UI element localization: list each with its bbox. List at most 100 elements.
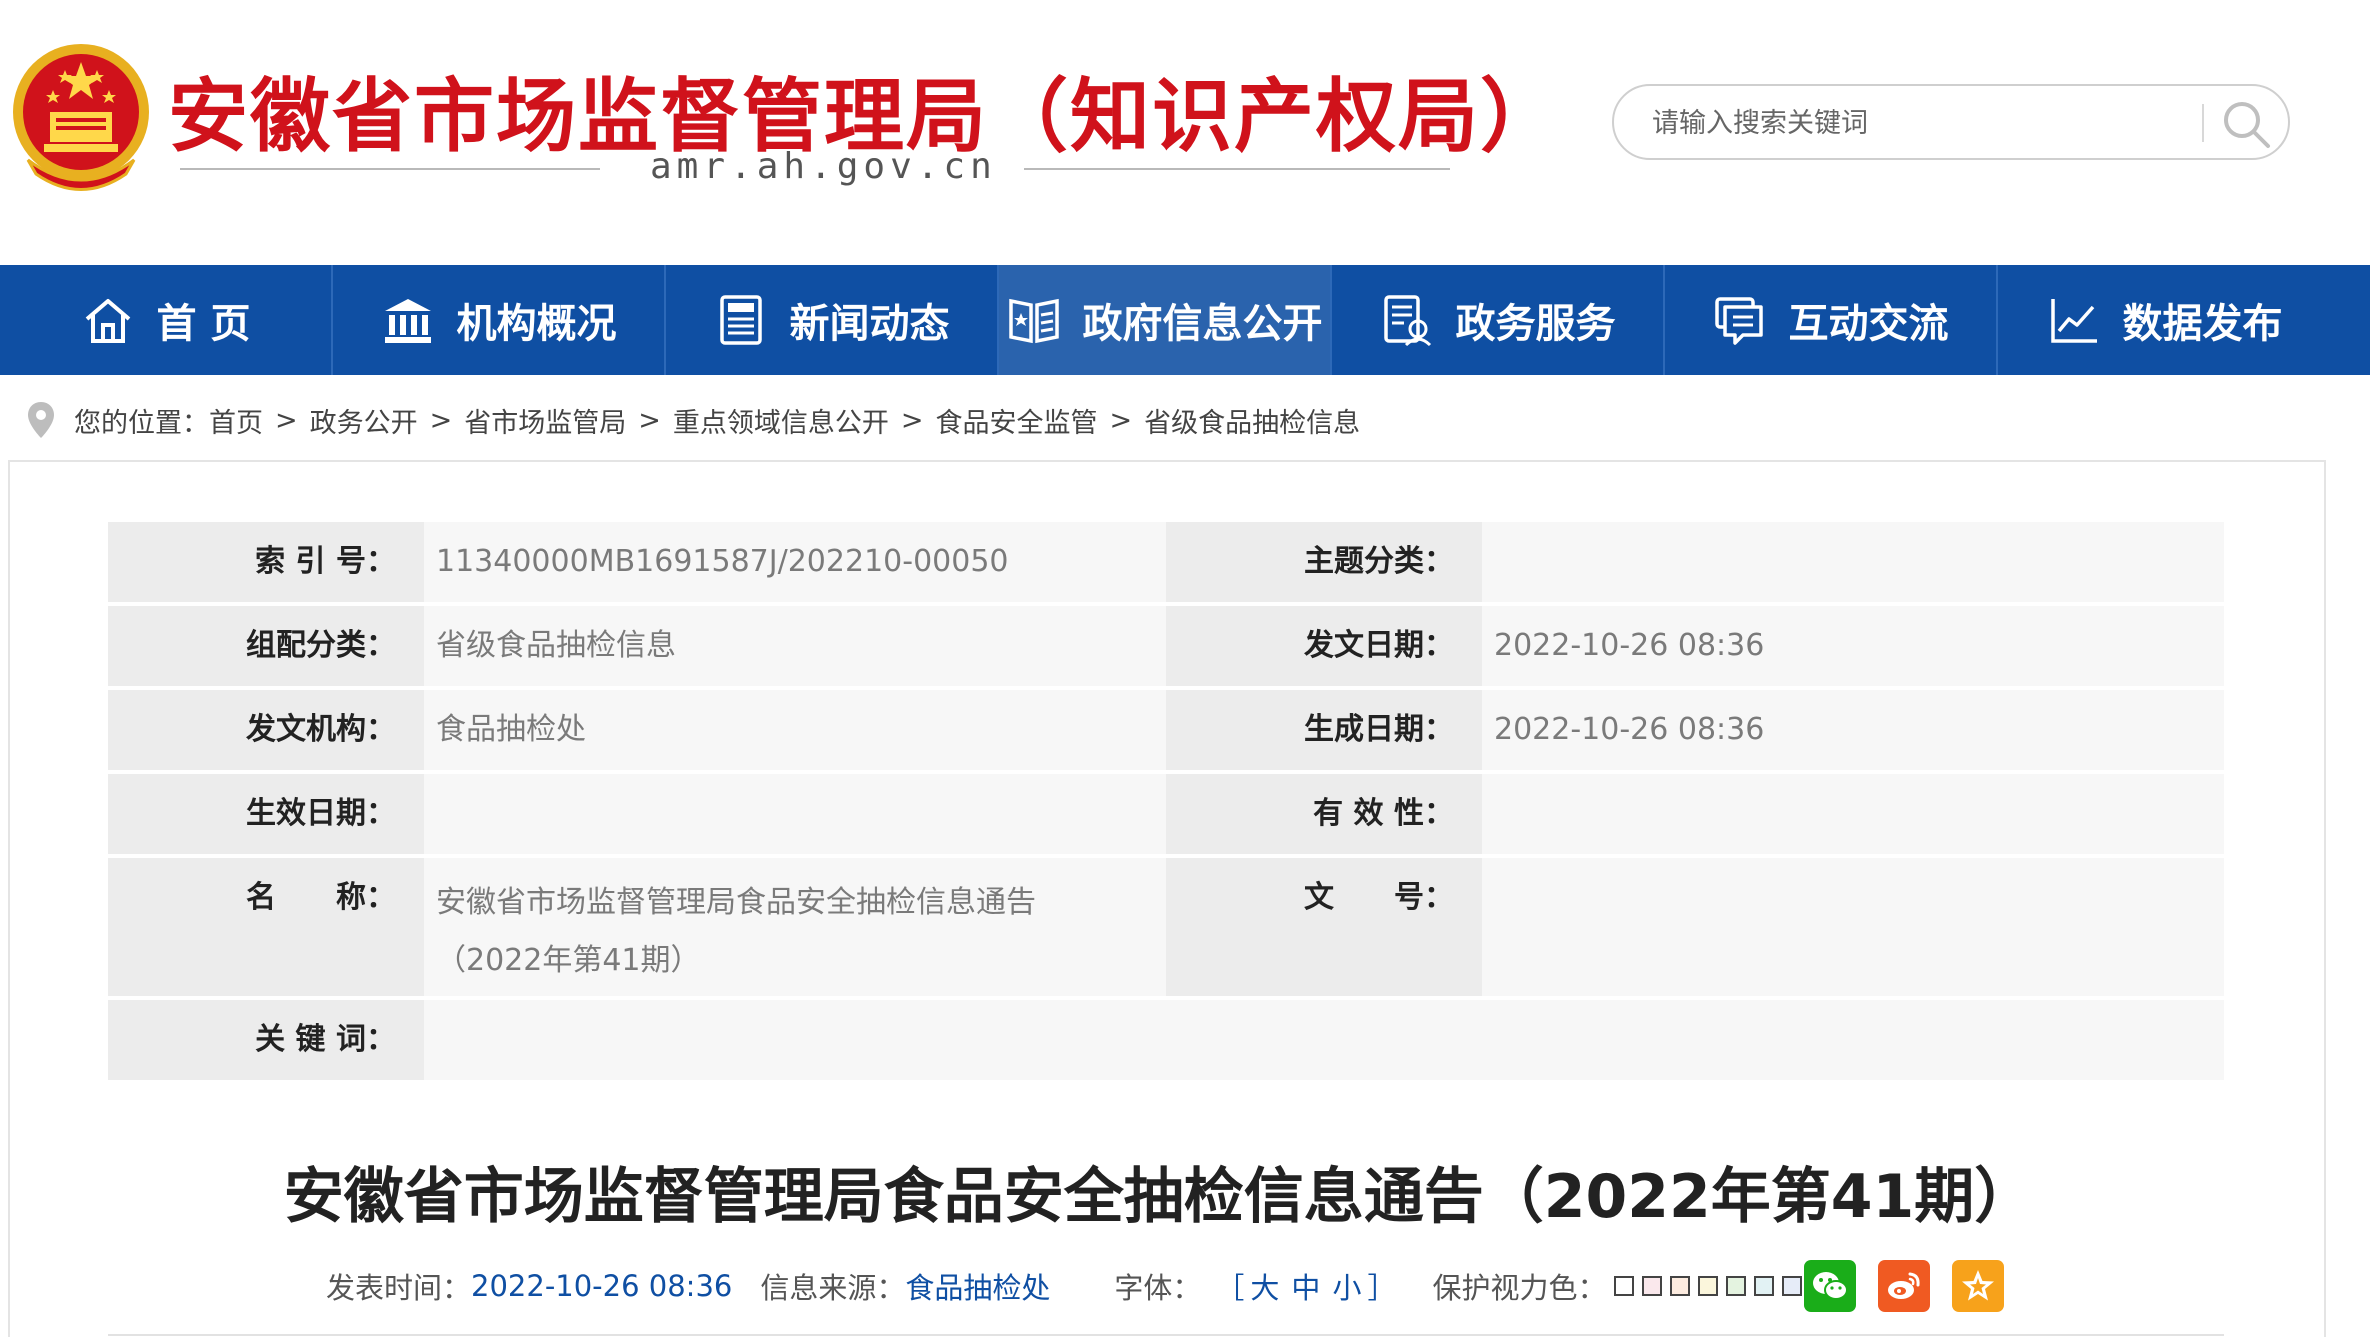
meta-value-issuer: 食品抽检处 [424,690,1166,770]
nav-item-gov-info[interactable]: 政府信息公开 [999,265,1332,375]
meta-label-validity: 有 效 性： [1166,774,1482,854]
nav-item-home[interactable]: 首 页 [0,265,333,375]
meta-value-issue-date: 2022-10-26 08:36 [1482,606,2224,686]
meta-row: 名 称： 安徽省市场监督管理局食品安全抽检信息通告（2022年第41期） 文 号… [108,858,2224,996]
meta-label-keywords: 关 键 词： [108,1000,424,1080]
nav-item-about[interactable]: 机构概况 [333,265,666,375]
meta-label-category: 组配分类： [108,606,424,686]
font-bracket-open: ［ [1215,1271,1245,1305]
font-size-medium-button[interactable]: 中 [1291,1265,1320,1307]
search-divider [2202,104,2204,142]
nav-item-news[interactable]: 新闻动态 [666,265,999,375]
site-domain: amr.ah.gov.cn [650,146,997,187]
meta-label-created: 生成日期： [1166,690,1482,770]
meta-value-validity [1482,774,2224,854]
meta-row: 生效日期： 有 效 性： [108,774,2224,854]
domain-divider-right [1024,168,1450,170]
meta-value-created: 2022-10-26 08:36 [1482,690,2224,770]
eye-swatch-white[interactable] [1614,1276,1635,1296]
breadcrumb-key-areas[interactable]: 重点领域信息公开 [673,401,889,440]
font-bracket-close: ］ [1367,1271,1397,1305]
meta-value-topic [1482,522,2224,602]
national-emblem-icon [13,44,149,191]
eye-swatch-blue[interactable] [1782,1276,1803,1296]
building-icon [384,299,431,343]
location-pin-icon [28,402,54,438]
article-title: 安徽省市场监督管理局食品安全抽检信息通告（2022年第41期） [283,1162,2035,1232]
chart-icon [2050,299,2097,343]
publish-time-label: 发表时间： [326,1271,472,1305]
breadcrumb-prefix: 您的位置： [74,407,209,439]
info-open-icon [1008,298,1059,344]
meta-label-issue-date: 发文日期： [1166,606,1482,686]
meta-value-keywords [424,1000,2224,1080]
breadcrumb-separator: > [900,404,924,436]
article-divider [108,1334,2224,1336]
wechat-share-button[interactable] [1804,1260,1856,1312]
nav-label: 互动交流 [1788,301,1949,347]
meta-label-index: 索 引 号： [108,522,424,602]
nav-label: 数据发布 [2122,301,2283,347]
meta-row: 索 引 号： 11340000MB1691587J/202210-00050 主… [108,522,2224,602]
breadcrumb-provincial-bureau[interactable]: 省市场监管局 [464,401,626,440]
main-nav: 首 页 机构概况 新闻动态 政府信息公开 政务服务 互动交流 数据发布 [0,265,2370,375]
favorite-button[interactable] [1952,1260,2004,1312]
search-input[interactable] [1652,100,2192,146]
article-meta-bar: 发表时间： 2022-10-26 08:36 信息来源： 食品抽检处 字体： ［… [326,1262,1838,1310]
meta-label-docnum: 文 号： [1166,858,1482,996]
breadcrumb-separator: > [1109,404,1133,436]
meta-label-topic: 主题分类： [1166,522,1482,602]
eye-swatch-pink[interactable] [1642,1276,1663,1296]
domain-divider-left [180,168,600,170]
eye-protection-label: 保护视力色： [1432,1271,1607,1305]
home-icon [85,299,130,343]
font-size-large-button[interactable]: 大 [1250,1265,1279,1307]
star-icon [1962,1270,1994,1301]
nav-label: 政府信息公开 [1082,301,1323,347]
meta-value-docnum [1482,858,2224,996]
eye-swatch-cyan[interactable] [1754,1276,1775,1296]
search-icon[interactable] [2218,96,2274,152]
meta-label-name: 名 称： [108,858,424,996]
breadcrumb-separator: > [429,404,453,436]
meta-value-effective [424,774,1166,854]
publish-time-value: 2022-10-26 08:36 [471,1269,733,1303]
meta-label-effective: 生效日期： [108,774,424,854]
source-value: 食品抽检处 [905,1271,1051,1305]
meta-label-issuer: 发文机构： [108,690,424,770]
breadcrumb-home[interactable]: 首页 [209,401,263,440]
service-icon [1383,295,1431,347]
meta-value-index: 11340000MB1691587J/202210-00050 [424,522,1166,602]
breadcrumb-separator: > [638,404,661,436]
news-icon [719,295,762,345]
breadcrumb-food-safety[interactable]: 食品安全监管 [936,401,1098,440]
search-box [1612,84,2290,160]
breadcrumb-gov-affairs[interactable]: 政务公开 [310,401,418,440]
nav-item-data[interactable]: 数据发布 [1998,265,2331,375]
wechat-icon [1813,1272,1848,1300]
meta-row: 关 键 词： [108,1000,2224,1080]
nav-label: 机构概况 [456,301,617,347]
weibo-share-button[interactable] [1878,1260,1930,1312]
nav-item-interaction[interactable]: 互动交流 [1665,265,1998,375]
source-label: 信息来源： [760,1271,906,1305]
meta-row: 发文机构： 食品抽检处 生成日期： 2022-10-26 08:36 [108,690,2224,770]
meta-row: 组配分类： 省级食品抽检信息 发文日期： 2022-10-26 08:36 [108,606,2224,686]
meta-value-category: 省级食品抽检信息 [424,606,1166,686]
breadcrumb: 您的位置： 首页 > 政务公开 > 省市场监管局 > 重点领域信息公开 > 食品… [26,396,1360,444]
breadcrumb-separator: > [275,404,298,436]
font-size-small-button[interactable]: 小 [1332,1265,1361,1307]
chat-icon [1714,297,1763,345]
eye-swatch-yellow[interactable] [1698,1276,1719,1296]
breadcrumb-provincial-inspection[interactable]: 省级食品抽检信息 [1144,401,1360,440]
meta-table: 索 引 号： 11340000MB1691587J/202210-00050 主… [108,522,2224,1080]
nav-item-services[interactable]: 政务服务 [1332,265,1665,375]
eye-swatch-green[interactable] [1726,1276,1747,1296]
nav-label: 首 页 [156,301,251,347]
eye-swatch-peach[interactable] [1670,1276,1691,1296]
font-size-label: 字体： [1114,1271,1202,1305]
nav-label: 政务服务 [1455,301,1616,347]
weibo-icon [1888,1272,1920,1299]
meta-value-name: 安徽省市场监督管理局食品安全抽检信息通告（2022年第41期） [424,858,1166,996]
site-header: 安徽省市场监督管理局（知识产权局） amr.ah.gov.cn [0,0,2370,265]
